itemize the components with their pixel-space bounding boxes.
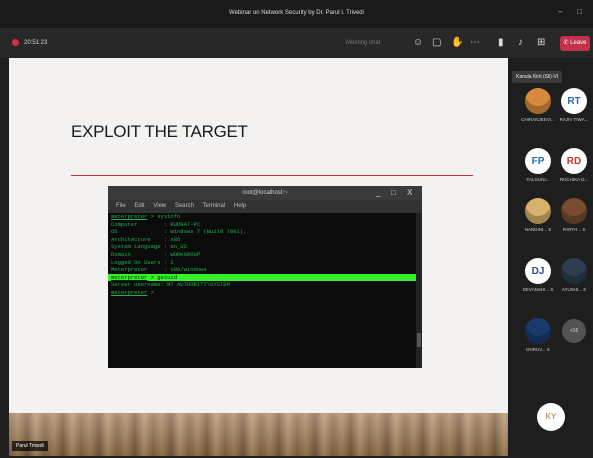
- meeting-toolbar: 20:51:23 Meeting chat ☺ ▢ ✋ ⋯ ▮ ♪ ⊞ ✆ Le…: [0, 28, 593, 58]
- terminal-line-text: OS : Windows 7 (Build 7601).: [111, 228, 247, 236]
- menu-help[interactable]: Help: [234, 203, 246, 209]
- camera-icon[interactable]: ▮: [498, 37, 504, 48]
- participant-tile[interactable]: DHRUV... S: [518, 318, 558, 352]
- terminal-menubar: File Edit View Search Terminal Help: [108, 200, 422, 213]
- terminal-line: Computer : KUDRAT-PC: [108, 221, 416, 229]
- terminal-prompt: meterpreter: [111, 288, 148, 296]
- more-icon[interactable]: ⋯: [470, 37, 480, 48]
- menu-view[interactable]: View: [153, 203, 166, 209]
- participant-tile[interactable]: DJ DEVANSHI... S: [518, 258, 558, 292]
- participant-name: DEVANSHI... S: [522, 287, 554, 292]
- slide-divider: [71, 175, 473, 176]
- participant-tooltip: Kanula Kirti (Sli)-VI: [512, 71, 563, 83]
- title-bar: Webinar on Network Security by Dr. Parul…: [0, 0, 593, 28]
- participant-name: RUCHIKA D...: [559, 177, 589, 182]
- terminal-title: root@localhost:~: [242, 190, 288, 196]
- shared-screen: EXPLOIT THE TARGET root@localhost:~ _ □ …: [9, 58, 508, 456]
- terminal-scroll-thumb[interactable]: [417, 333, 421, 347]
- terminal-line: Meterpreter : x86/windows: [108, 266, 416, 274]
- mic-icon[interactable]: ♪: [518, 37, 523, 48]
- terminal-scrollbar[interactable]: [416, 213, 422, 368]
- avatar: FP: [525, 148, 551, 174]
- more-participants-button[interactable]: +16: [554, 319, 593, 343]
- terminal-line-text: Server username: NT AUTHORITY\SYSTEM: [111, 281, 230, 289]
- participant-tile[interactable]: PARTH... S: [554, 198, 593, 232]
- avatar: [525, 318, 551, 344]
- terminal-line: meterpreter >: [108, 289, 416, 297]
- participant-tile[interactable]: CHIRANJEEVI...: [518, 88, 558, 122]
- terminal-line-text: > getuid: [147, 273, 178, 281]
- window-title: Webinar on Network Security by Dr. Parul…: [229, 10, 364, 16]
- record-dot-icon: [12, 39, 19, 46]
- leave-button[interactable]: ✆ Leave: [560, 36, 590, 51]
- terminal-prompt: meterpreter: [111, 213, 148, 220]
- slide-floor-shade: [9, 413, 508, 456]
- terminal-line: meterpreter > getuid: [108, 273, 416, 282]
- terminal-minimize-button[interactable]: _: [376, 188, 380, 197]
- terminal-close-button[interactable]: X: [407, 188, 412, 197]
- presenter-name-tag: Parul Trivedi: [12, 441, 48, 451]
- slide-title: EXPLOIT THE TARGET: [71, 122, 248, 141]
- avatar: RT: [561, 88, 587, 114]
- terminal-window: root@localhost:~ _ □ X File Edit View Se…: [108, 186, 422, 368]
- participant-name: NANDINI... S: [524, 227, 552, 232]
- participant-name: DHRUV... S: [526, 347, 550, 352]
- participant-tile[interactable]: AYUSHI... S: [554, 258, 593, 292]
- participant-tile[interactable]: RD RUCHIKA D...: [554, 148, 593, 182]
- terminal-line: OS : Windows 7 (Build 7601).: [108, 228, 416, 236]
- participant-tile[interactable]: NANDINI... S: [518, 198, 558, 232]
- terminal-line: Architecture : x86: [108, 236, 416, 244]
- terminal-line: Server username: NT AUTHORITY\SYSTEM: [108, 281, 416, 289]
- avatar: RD: [561, 148, 587, 174]
- self-avatar[interactable]: KY: [537, 403, 565, 431]
- participant-name: CHIRANJEEVI...: [521, 117, 555, 122]
- meeting-chat-label[interactable]: Meeting chat: [346, 40, 380, 46]
- people-icon[interactable]: ☺: [413, 37, 423, 48]
- meeting-timer: 20:51:23: [24, 40, 48, 46]
- avatar: [561, 198, 587, 224]
- chat-icon[interactable]: ▢: [432, 37, 441, 48]
- hand-icon[interactable]: ✋: [451, 37, 463, 48]
- avatar: DJ: [525, 258, 551, 284]
- participant-tile[interactable]: FP FALGUNI...: [518, 148, 558, 182]
- menu-search[interactable]: Search: [175, 203, 194, 209]
- terminal-output[interactable]: meterpreter > sysinfo Computer : KUDRAT-P…: [108, 213, 416, 368]
- more-participants-count: +16: [562, 319, 586, 343]
- terminal-line-text: Meterpreter : x86/windows: [111, 266, 207, 274]
- terminal-line-text: >: [147, 288, 158, 296]
- terminal-line-text: Architecture : x86: [111, 235, 181, 243]
- minimize-button[interactable]: –: [558, 7, 562, 16]
- participant-tile[interactable]: RT RAJIV TIWA...: [554, 88, 593, 122]
- participant-name: FALGUNI...: [526, 177, 550, 182]
- avatar: [525, 88, 551, 114]
- terminal-line-text: System Language : en_US: [111, 243, 187, 251]
- menu-file[interactable]: File: [116, 203, 126, 209]
- terminal-line: Logged On Users : 2: [108, 259, 416, 267]
- terminal-maximize-button[interactable]: □: [391, 188, 396, 197]
- leave-label: Leave: [570, 40, 587, 46]
- menu-edit[interactable]: Edit: [134, 203, 144, 209]
- terminal-line-text: Computer : KUDRAT-PC: [111, 220, 201, 228]
- terminal-line: System Language : en_US: [108, 243, 416, 251]
- terminal-line: Domain : WORKGROUP: [108, 251, 416, 259]
- participant-name: PARTH... S: [562, 227, 586, 232]
- terminal-line-text: > sysinfo: [147, 213, 181, 220]
- terminal-line-text: Domain : WORKGROUP: [111, 250, 201, 258]
- terminal-line-text: Logged On Users : 2: [111, 258, 174, 266]
- participant-name: AYUSHI... S: [561, 287, 587, 292]
- participant-name: RAJIV TIWA...: [559, 117, 589, 122]
- avatar: [525, 198, 551, 224]
- share-icon[interactable]: ⊞: [537, 37, 545, 48]
- terminal-line: meterpreter > sysinfo: [108, 213, 416, 221]
- terminal-titlebar: root@localhost:~ _ □ X: [108, 186, 422, 200]
- maximize-button[interactable]: □: [577, 7, 582, 16]
- avatar: [561, 258, 587, 284]
- menu-terminal[interactable]: Terminal: [203, 203, 226, 209]
- terminal-prompt: meterpreter: [111, 273, 148, 281]
